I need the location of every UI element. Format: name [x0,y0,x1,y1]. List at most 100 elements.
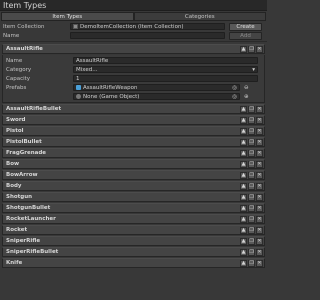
arrow-up-icon[interactable]: ▲ [240,160,247,168]
prefab-field-2[interactable]: None (Game Object) ◎ [73,93,240,100]
close-icon[interactable]: ✕ [256,138,263,146]
arrow-up-icon[interactable]: ▲ [240,138,247,146]
arrow-up-icon[interactable]: ▲ [240,193,247,201]
arrow-up-icon[interactable]: ▲ [240,237,247,245]
arrow-up-icon[interactable]: ▲ [240,45,247,53]
close-icon[interactable]: ✕ [256,160,263,168]
item-title: ShotgunBullet [6,205,51,211]
detail-prefab-row-1: Prefabs AssaultRifleWeapon ◎ ⊖ [3,83,264,92]
item-header[interactable]: Bow ▲ ❐ ✕ [2,159,265,169]
detail-category-label: Category [6,66,32,73]
duplicate-icon[interactable]: ❐ [248,45,255,53]
item-header[interactable]: Pistol ▲ ❐ ✕ [2,126,265,136]
new-item-name-input[interactable] [70,32,225,39]
duplicate-icon[interactable]: ❐ [248,215,255,223]
item-header[interactable]: BowArrow ▲ ❐ ✕ [2,170,265,180]
prefab-cube-icon [76,85,81,90]
arrow-up-icon[interactable]: ▲ [240,116,247,124]
item-header[interactable]: Knife ▲ ❐ ✕ [2,258,265,268]
item-title: Body [6,183,22,189]
name-label: Name [3,32,20,39]
item-title: RocketLauncher [6,216,56,222]
item-title: Rocket [6,227,28,233]
tab-categories[interactable]: Categories [133,12,266,21]
detail-category-row: Category Mixed... ▾ [3,65,264,74]
item-header[interactable]: SniperRifle ▲ ❐ ✕ [2,236,265,246]
tab-item-types[interactable]: Item Types [1,12,134,21]
item-header[interactable]: PistolBullet ▲ ❐ ✕ [2,137,265,147]
item-header[interactable]: RocketLauncher ▲ ❐ ✕ [2,214,265,224]
duplicate-icon[interactable]: ❐ [248,193,255,201]
item-title: Bow [6,161,20,167]
object-field-icon [73,24,78,29]
duplicate-icon[interactable]: ❐ [248,248,255,256]
close-icon[interactable]: ✕ [256,237,263,245]
arrow-up-icon[interactable]: ▲ [240,248,247,256]
item-header[interactable]: AssaultRifleBullet ▲ ❐ ✕ [2,104,265,114]
duplicate-icon[interactable]: ❐ [248,160,255,168]
item-header[interactable]: FragGrenade ▲ ❐ ✕ [2,148,265,158]
duplicate-icon[interactable]: ❐ [248,149,255,157]
duplicate-icon[interactable]: ❐ [248,226,255,234]
item-header-expanded[interactable]: AssaultRifle ▲ ❐ ✕ [2,44,265,54]
plus-icon[interactable]: ⊕ [244,94,249,100]
capacity-input[interactable]: 1 [73,75,258,82]
category-dropdown[interactable]: Mixed... ▾ [73,66,258,73]
item-collection-value: DemoItemCollection (Item Collection) [80,23,184,30]
object-picker-icon[interactable]: ◎ [232,85,237,90]
duplicate-icon[interactable]: ❐ [248,182,255,190]
prefab-field-1[interactable]: AssaultRifleWeapon ◎ [73,84,240,91]
item-title: Knife [6,260,23,266]
arrow-up-icon[interactable]: ▲ [240,215,247,223]
close-icon[interactable]: ✕ [256,248,263,256]
item-title: FragGrenade [6,150,47,156]
arrow-up-icon[interactable]: ▲ [240,105,247,113]
name-row: Name Add [0,31,267,40]
item-collection-row: Item Collection DemoItemCollection (Item… [0,22,267,31]
duplicate-icon[interactable]: ❐ [248,204,255,212]
item-header[interactable]: ShotgunBullet ▲ ❐ ✕ [2,203,265,213]
item-collection-field[interactable]: DemoItemCollection (Item Collection) [70,23,225,30]
duplicate-icon[interactable]: ❐ [248,116,255,124]
duplicate-icon[interactable]: ❐ [248,171,255,179]
item-header[interactable]: Rocket ▲ ❐ ✕ [2,225,265,235]
close-icon[interactable]: ✕ [256,171,263,179]
item-name-input[interactable]: AssaultRifle [73,57,258,64]
close-icon[interactable]: ✕ [256,45,263,53]
item-details: Name AssaultRifle Category Mixed... ▾ Ca… [2,55,265,103]
object-picker-icon[interactable]: ◎ [232,94,237,99]
close-icon[interactable]: ✕ [256,215,263,223]
arrow-up-icon[interactable]: ▲ [240,226,247,234]
item-header[interactable]: SniperRifleBullet ▲ ❐ ✕ [2,247,265,257]
duplicate-icon[interactable]: ❐ [248,138,255,146]
arrow-up-icon[interactable]: ▲ [240,171,247,179]
close-icon[interactable]: ✕ [256,259,263,267]
close-icon[interactable]: ✕ [256,182,263,190]
close-icon[interactable]: ✕ [256,116,263,124]
duplicate-icon[interactable]: ❐ [248,127,255,135]
close-icon[interactable]: ✕ [256,226,263,234]
close-icon[interactable]: ✕ [256,204,263,212]
duplicate-icon[interactable]: ❐ [248,259,255,267]
close-icon[interactable]: ✕ [256,127,263,135]
arrow-up-icon[interactable]: ▲ [240,182,247,190]
close-icon[interactable]: ✕ [256,149,263,157]
object-field-icon [76,94,81,99]
create-button[interactable]: Create [229,22,262,31]
item-title: SniperRifle [6,238,41,244]
add-button[interactable]: Add [229,31,262,40]
item-header[interactable]: Body ▲ ❐ ✕ [2,181,265,191]
minus-icon[interactable]: ⊖ [244,85,249,91]
duplicate-icon[interactable]: ❐ [248,237,255,245]
arrow-up-icon[interactable]: ▲ [240,149,247,157]
arrow-up-icon[interactable]: ▲ [240,259,247,267]
close-icon[interactable]: ✕ [256,105,263,113]
close-icon[interactable]: ✕ [256,193,263,201]
item-header[interactable]: Sword ▲ ❐ ✕ [2,115,265,125]
arrow-up-icon[interactable]: ▲ [240,127,247,135]
item-header[interactable]: Shotgun ▲ ❐ ✕ [2,192,265,202]
duplicate-icon[interactable]: ❐ [248,105,255,113]
detail-prefab-row-2: None (Game Object) ◎ ⊕ [3,92,264,101]
item-title: Shotgun [6,194,33,200]
arrow-up-icon[interactable]: ▲ [240,204,247,212]
